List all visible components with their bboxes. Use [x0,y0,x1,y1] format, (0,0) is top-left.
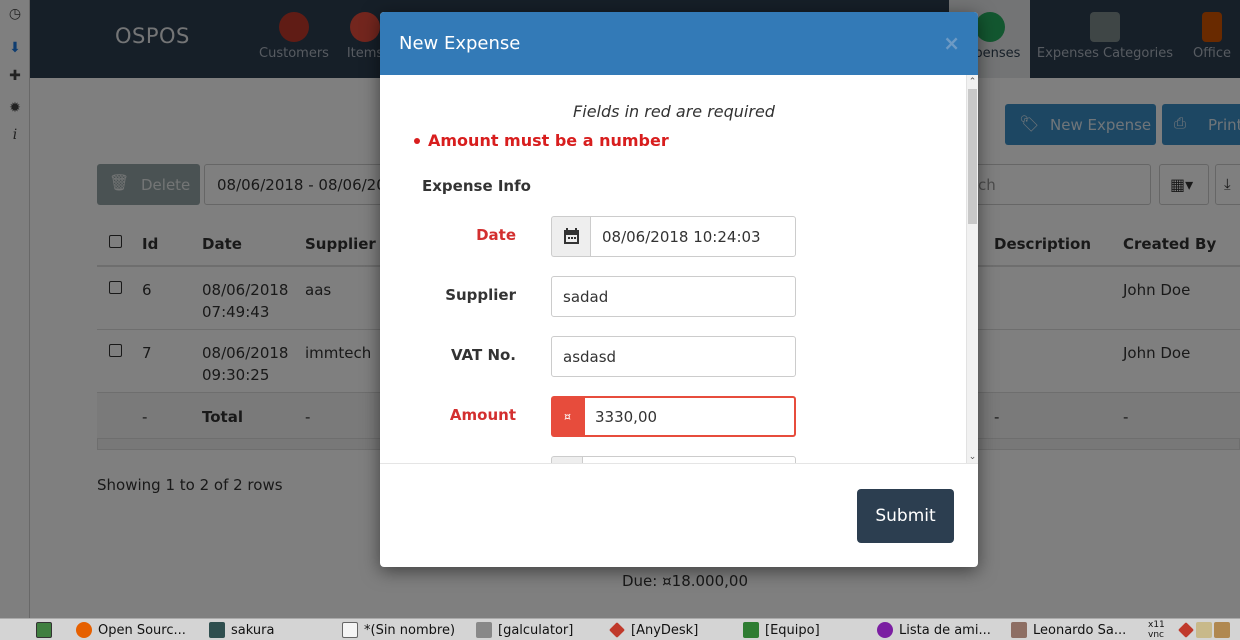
amount-input[interactable]: 3330,00 [583,396,796,437]
bag-icon[interactable] [1214,622,1230,638]
supplier-field-group: sadad [551,276,796,317]
computer-icon [743,622,759,638]
taskbar-label: [galculator] [498,622,574,638]
tray-x11vnc[interactable]: x11 vnc [1148,620,1174,640]
currency-addon: ¤ [551,396,583,437]
desktop-icon [36,622,52,638]
close-icon[interactable]: × [943,31,960,55]
required-fields-note: Fields in red are required [573,102,775,121]
date-field-group: 08/06/2018 10:24:03 [551,216,796,257]
supplier-input[interactable]: sadad [551,276,796,317]
calendar-icon[interactable] [551,216,591,257]
vat-label: VAT No. [450,346,516,364]
taskbar-item-friends[interactable]: Lista de ami... [877,620,1002,640]
chat-icon [877,622,893,638]
anydesk-icon [609,622,625,638]
calculator-icon [476,622,492,638]
modal-vertical-scrollbar[interactable]: ⌃ ⌄ [966,75,978,463]
text-editor-icon [342,622,358,638]
taskbar-item-equipo[interactable]: [Equipo] [743,620,868,640]
profile-icon [1011,622,1027,638]
taskbar-item-sakura[interactable]: sakura [209,620,329,640]
scroll-down-icon[interactable]: ⌄ [967,451,978,463]
taskbar-item-browser[interactable]: Open Sourc... [76,620,196,640]
clipboard-icon[interactable] [1196,622,1212,638]
taskbar-item-editor[interactable]: *(Sin nombre) [342,620,467,640]
firefox-icon [76,622,92,638]
taskbar-label: *(Sin nombre) [364,622,456,638]
taskbar-item-galculator[interactable]: [galculator] [476,620,601,640]
tray-icons [1178,620,1238,640]
next-field-group [551,456,796,463]
scroll-thumb[interactable] [968,89,977,224]
taskbar-label: Leonardo Sa... [1033,622,1127,638]
taskbar-item-anydesk[interactable]: [AnyDesk] [609,620,734,640]
validation-error: Amount must be a number [414,131,669,150]
vat-field-group: asdasd [551,336,796,377]
new-expense-modal: New Expense × Fields in red are required… [380,12,978,567]
os-taskbar: Open Sourc... sakura *(Sin nombre) [galc… [0,618,1240,640]
taskbar-item-leonardo[interactable]: Leonardo Sa... [1011,620,1136,640]
taskbar-label: [Equipo] [765,622,820,638]
terminal-icon [209,622,225,638]
next-input[interactable] [582,456,796,463]
modal-body: Fields in red are required Amount must b… [380,75,978,464]
taskbar-label: [AnyDesk] [631,622,699,638]
modal-title: New Expense [399,33,521,54]
scroll-up-icon[interactable]: ⌃ [967,76,978,88]
amount-label: Amount [449,406,516,424]
vat-input[interactable]: asdasd [551,336,796,377]
start-button[interactable] [36,620,58,640]
supplier-label: Supplier [445,286,516,304]
taskbar-label: Open Sourc... [98,622,186,638]
section-title: Expense Info [422,177,531,195]
modal-header: New Expense × [380,12,978,75]
amount-field-group: ¤ 3330,00 [551,396,796,437]
date-label: Date [476,226,516,244]
field-addon [551,456,583,463]
date-input[interactable]: 08/06/2018 10:24:03 [590,216,796,257]
anydesk-tray-icon[interactable] [1178,622,1194,638]
submit-button[interactable]: Submit [857,489,954,543]
taskbar-label: Lista de ami... [899,622,991,638]
taskbar-label: sakura [231,622,275,638]
